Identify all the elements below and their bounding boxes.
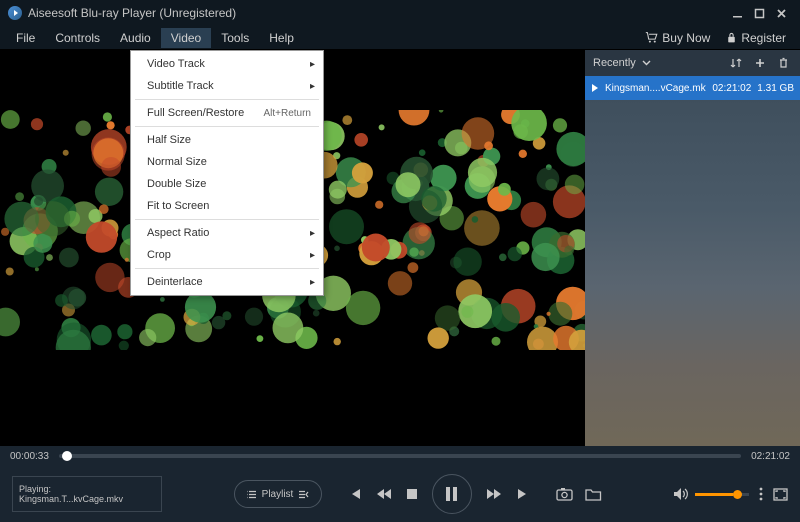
dropdown-separator xyxy=(135,99,319,100)
now-playing-label: Playing: xyxy=(19,484,155,494)
menu-controls[interactable]: Controls xyxy=(45,28,110,48)
sort-button[interactable] xyxy=(727,57,745,69)
buy-now-label: Buy Now xyxy=(662,31,710,45)
titlebar: Aiseesoft Blu-ray Player (Unregistered) xyxy=(0,0,800,26)
chevron-down-icon[interactable] xyxy=(642,60,651,66)
volume-control xyxy=(673,487,749,501)
video-dropdown-menu: Video Track Subtitle Track Full Screen/Res… xyxy=(130,50,324,296)
menu-audio[interactable]: Audio xyxy=(110,28,161,48)
dropdown-item[interactable]: Deinterlace xyxy=(131,271,323,293)
playlist-header-label[interactable]: Recently xyxy=(593,57,636,69)
volume-icon[interactable] xyxy=(673,487,689,501)
lock-icon xyxy=(726,31,737,44)
playlist-item-size: 1.31 GB xyxy=(757,83,794,94)
fullscreen-button[interactable] xyxy=(773,488,788,501)
control-bar: Playing: Kingsman.T...kvCage.mkv Playlis… xyxy=(0,466,800,522)
playlist-item-duration: 02:21:02 xyxy=(712,83,751,94)
register-label: Register xyxy=(741,31,786,45)
now-playing-box: Playing: Kingsman.T...kvCage.mkv xyxy=(12,476,162,512)
playlist-toggle-button[interactable]: Playlist xyxy=(234,480,322,508)
pause-button[interactable] xyxy=(432,474,472,514)
dropdown-item-label: Double Size xyxy=(147,178,206,190)
menubar: File Controls Audio Video Tools Help Buy… xyxy=(0,26,800,50)
dropdown-item[interactable]: Aspect Ratio xyxy=(131,222,323,244)
rewind-button[interactable] xyxy=(376,488,392,500)
dropdown-item[interactable]: Subtitle Track xyxy=(131,75,323,97)
progress-bar: 00:00:33 02:21:02 xyxy=(0,446,800,466)
dropdown-item-label: Deinterlace xyxy=(147,276,203,288)
app-title: Aiseesoft Blu-ray Player (Unregistered) xyxy=(28,6,236,20)
cart-icon xyxy=(645,31,658,44)
dropdown-item-label: Half Size xyxy=(147,134,191,146)
right-controls xyxy=(673,487,788,501)
delete-button[interactable] xyxy=(775,57,792,69)
playlist-item-name: Kingsman....vCage.mkv xyxy=(605,83,706,94)
dropdown-item-label: Subtitle Track xyxy=(147,80,214,92)
transport-controls xyxy=(348,474,530,514)
menu-video[interactable]: Video xyxy=(161,28,211,48)
prev-button[interactable] xyxy=(348,487,362,501)
register-button[interactable]: Register xyxy=(718,31,794,45)
dropdown-item[interactable]: Fit to Screen xyxy=(131,195,323,217)
dropdown-separator xyxy=(135,126,319,127)
close-button[interactable] xyxy=(770,4,792,22)
time-current: 00:00:33 xyxy=(10,451,49,462)
dropdown-item-label: Crop xyxy=(147,249,171,261)
more-options-icon[interactable] xyxy=(759,487,763,501)
dropdown-item[interactable]: Full Screen/Restore Alt+Return xyxy=(131,102,323,124)
play-icon xyxy=(591,84,599,92)
playlist-btn-label: Playlist xyxy=(262,489,294,500)
dropdown-item[interactable]: Half Size xyxy=(131,129,323,151)
playlist-header: Recently xyxy=(585,50,800,76)
playlist-item[interactable]: Kingsman....vCage.mkv 02:21:02 1.31 GB xyxy=(585,76,800,100)
now-playing-file: Kingsman.T...kvCage.mkv xyxy=(19,494,155,504)
minimize-button[interactable] xyxy=(726,4,748,22)
forward-button[interactable] xyxy=(486,488,502,500)
maximize-button[interactable] xyxy=(748,4,770,22)
dropdown-item-label: Full Screen/Restore xyxy=(147,107,244,119)
add-button[interactable] xyxy=(751,57,769,69)
dropdown-separator xyxy=(135,268,319,269)
open-folder-button[interactable] xyxy=(585,487,602,501)
dropdown-item[interactable]: Double Size xyxy=(131,173,323,195)
dropdown-item-label: Normal Size xyxy=(147,156,207,168)
playlist-panel: Recently Kingsman....vCage.mkv 02:21:02 … xyxy=(585,50,800,446)
menu-tools[interactable]: Tools xyxy=(211,28,259,48)
app-logo-icon xyxy=(8,6,22,20)
dropdown-item-label: Fit to Screen xyxy=(147,200,209,212)
dropdown-item-label: Video Track xyxy=(147,58,205,70)
menu-help[interactable]: Help xyxy=(259,28,304,48)
buy-now-button[interactable]: Buy Now xyxy=(637,31,718,45)
dropdown-item[interactable]: Video Track xyxy=(131,53,323,75)
volume-slider[interactable] xyxy=(695,493,749,496)
volume-knob[interactable] xyxy=(733,490,742,499)
snapshot-button[interactable] xyxy=(556,487,573,501)
menu-file[interactable]: File xyxy=(6,28,45,48)
dropdown-separator xyxy=(135,219,319,220)
seek-knob[interactable] xyxy=(62,451,72,461)
video-area[interactable]: Video Track Subtitle Track Full Screen/Res… xyxy=(0,50,585,446)
stop-button[interactable] xyxy=(406,488,418,500)
dropdown-item[interactable]: Crop xyxy=(131,244,323,266)
dropdown-item[interactable]: Normal Size xyxy=(131,151,323,173)
dropdown-item-label: Aspect Ratio xyxy=(147,227,209,239)
seek-slider[interactable] xyxy=(59,454,741,458)
content-area: Video Track Subtitle Track Full Screen/Res… xyxy=(0,50,800,446)
list-icon xyxy=(246,490,257,499)
next-button[interactable] xyxy=(516,487,530,501)
collapse-icon xyxy=(298,490,309,499)
dropdown-item-shortcut: Alt+Return xyxy=(263,108,311,119)
time-total: 02:21:02 xyxy=(751,451,790,462)
